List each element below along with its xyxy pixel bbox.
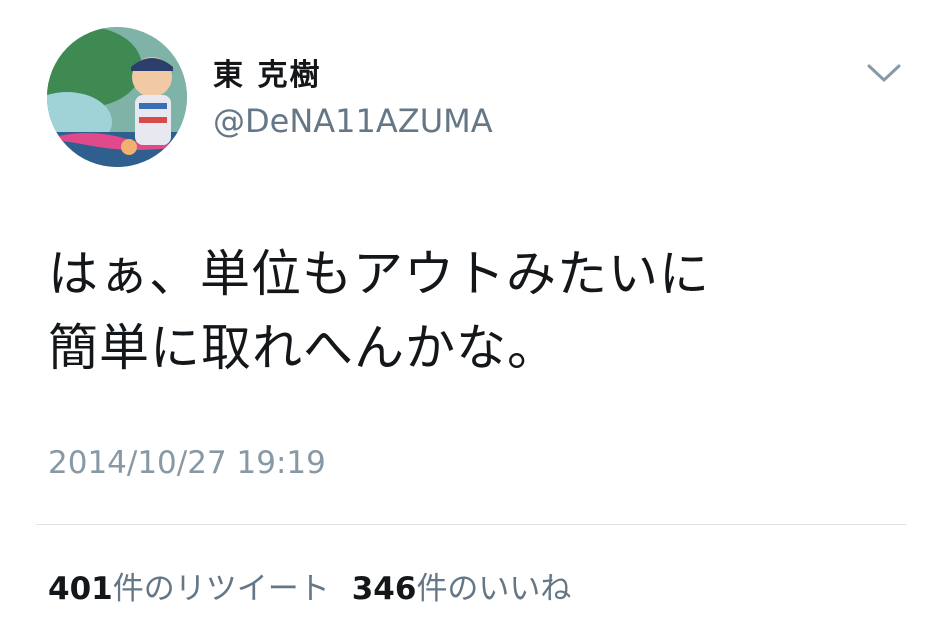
likes-count: 346 bbox=[351, 571, 417, 607]
user-handle[interactable]: @DeNA11AZUMA bbox=[213, 102, 493, 140]
tweet-stats: 401件のリツイート 346件のいいね bbox=[48, 563, 571, 608]
likes-label: 件のいいね bbox=[416, 571, 572, 607]
retweets-count: 401 bbox=[48, 571, 113, 607]
avatar[interactable] bbox=[47, 27, 187, 167]
display-name[interactable]: 東 克樹 bbox=[213, 50, 321, 94]
tweet-text-line: はぁ、単位もアウトみたいに bbox=[48, 245, 710, 303]
likes-stat[interactable]: 346件のいいね bbox=[352, 563, 572, 608]
tweet-text: はぁ、単位もアウトみたいに 簡単に取れへんかな。 bbox=[48, 237, 908, 385]
retweets-stat[interactable]: 401件のリツイート bbox=[48, 563, 330, 608]
tweet-card: 東 克樹 @DeNA11AZUMA はぁ、単位もアウトみたいに 簡単に取れへんか… bbox=[0, 0, 941, 643]
tweet-text-line: 簡単に取れへんかな。 bbox=[48, 319, 558, 377]
divider bbox=[36, 524, 906, 525]
avatar-image bbox=[47, 27, 187, 167]
chevron-down-icon[interactable] bbox=[866, 62, 902, 84]
tweet-timestamp[interactable]: 2014/10/27 19:19 bbox=[48, 445, 326, 481]
retweets-label: 件のリツイート bbox=[112, 571, 330, 607]
